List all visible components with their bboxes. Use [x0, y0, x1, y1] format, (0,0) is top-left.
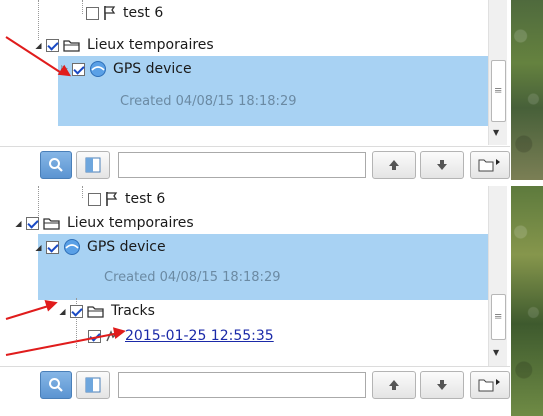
tree-item-label: GPS device — [87, 239, 166, 255]
search-icon — [49, 378, 63, 392]
arrow-down-icon — [437, 380, 447, 390]
checkbox-gps-device[interactable] — [72, 62, 85, 76]
map-view-strip[interactable] — [511, 0, 543, 180]
folder-icon — [87, 304, 105, 318]
places-panel-top: test 6 Lieux temporaires GPS device Crea… — [0, 0, 543, 183]
folder-menu-button[interactable] — [470, 371, 510, 399]
checkbox-lieux-temporaires[interactable] — [26, 216, 39, 230]
tree-item-gps-device[interactable]: GPS device — [60, 58, 192, 80]
move-up-button[interactable] — [372, 371, 416, 399]
expand-toggle[interactable] — [34, 41, 43, 50]
move-down-button[interactable] — [420, 371, 464, 399]
expand-toggle[interactable] — [34, 243, 43, 252]
checkbox-test6[interactable] — [88, 192, 101, 206]
annotation-arrowhead — [112, 324, 128, 340]
move-up-button[interactable] — [372, 151, 416, 179]
gps-created-text: Created 04/08/15 18:18:29 — [104, 269, 281, 285]
panel-toggle-button[interactable] — [76, 151, 110, 179]
expand-toggle[interactable] — [14, 219, 23, 228]
search-button[interactable] — [40, 151, 72, 179]
tree-item-test6[interactable]: test 6 — [88, 188, 165, 210]
tree-item-label: GPS device — [113, 61, 192, 77]
folder-menu-icon — [478, 379, 500, 392]
tree-item-test6[interactable]: test 6 — [86, 2, 163, 24]
gps-device-icon — [63, 238, 81, 256]
arrow-up-icon — [389, 380, 399, 390]
places-panel-bottom: test 6 Lieux temporaires GPS device Crea… — [0, 186, 543, 416]
arrow-up-icon — [389, 160, 399, 170]
panel-toolbar — [0, 366, 510, 403]
tree-item-label: Tracks — [111, 303, 155, 319]
flag-icon — [105, 191, 119, 207]
tree-item-label: Lieux temporaires — [87, 37, 214, 53]
panel-toggle-button[interactable] — [76, 371, 110, 399]
tree-scrollbar[interactable]: ▼ — [488, 0, 507, 145]
checkbox-gps-device[interactable] — [46, 240, 59, 254]
places-tree: test 6 Lieux temporaires GPS device Crea… — [0, 186, 507, 366]
scrollbar-thumb[interactable] — [491, 60, 506, 122]
tree-item-lieux-temporaires[interactable]: Lieux temporaires — [34, 34, 214, 56]
places-tree: test 6 Lieux temporaires GPS device Crea… — [0, 0, 507, 145]
checkbox-lieux-temporaires[interactable] — [46, 38, 59, 52]
panel-toggle-icon — [85, 377, 101, 393]
folder-icon — [63, 38, 81, 52]
panel-toolbar — [0, 146, 510, 183]
tree-item-label: Lieux temporaires — [67, 215, 194, 231]
search-button[interactable] — [40, 371, 72, 399]
tree-scrollbar[interactable]: ▼ — [488, 186, 507, 366]
folder-menu-icon — [478, 159, 500, 172]
scroll-down-arrow[interactable]: ▼ — [493, 348, 499, 357]
scroll-down-arrow[interactable]: ▼ — [493, 128, 499, 137]
search-input[interactable] — [118, 372, 366, 398]
folder-icon — [43, 216, 61, 230]
tree-item-gps-device[interactable]: GPS device — [34, 236, 166, 258]
tree-item-label: test 6 — [125, 191, 166, 207]
map-view-strip[interactable] — [511, 186, 543, 416]
folder-menu-button[interactable] — [470, 151, 510, 179]
search-input[interactable] — [118, 152, 366, 178]
move-down-button[interactable] — [420, 151, 464, 179]
tree-item-lieux-temporaires[interactable]: Lieux temporaires — [14, 212, 194, 234]
search-icon — [49, 158, 63, 172]
panel-toggle-icon — [85, 157, 101, 173]
scrollbar-thumb[interactable] — [491, 294, 506, 340]
gps-created-text: Created 04/08/15 18:18:29 — [120, 93, 297, 109]
tree-item-tracks[interactable]: Tracks — [58, 300, 155, 322]
checkbox-test6[interactable] — [86, 6, 99, 20]
track-link[interactable]: 2015-01-25 12:55:35 — [125, 328, 274, 344]
tree-item-label: test 6 — [123, 5, 164, 21]
flag-icon — [103, 5, 117, 21]
checkbox-tracks[interactable] — [70, 304, 83, 318]
arrow-down-icon — [437, 160, 447, 170]
gps-device-icon — [89, 60, 107, 78]
